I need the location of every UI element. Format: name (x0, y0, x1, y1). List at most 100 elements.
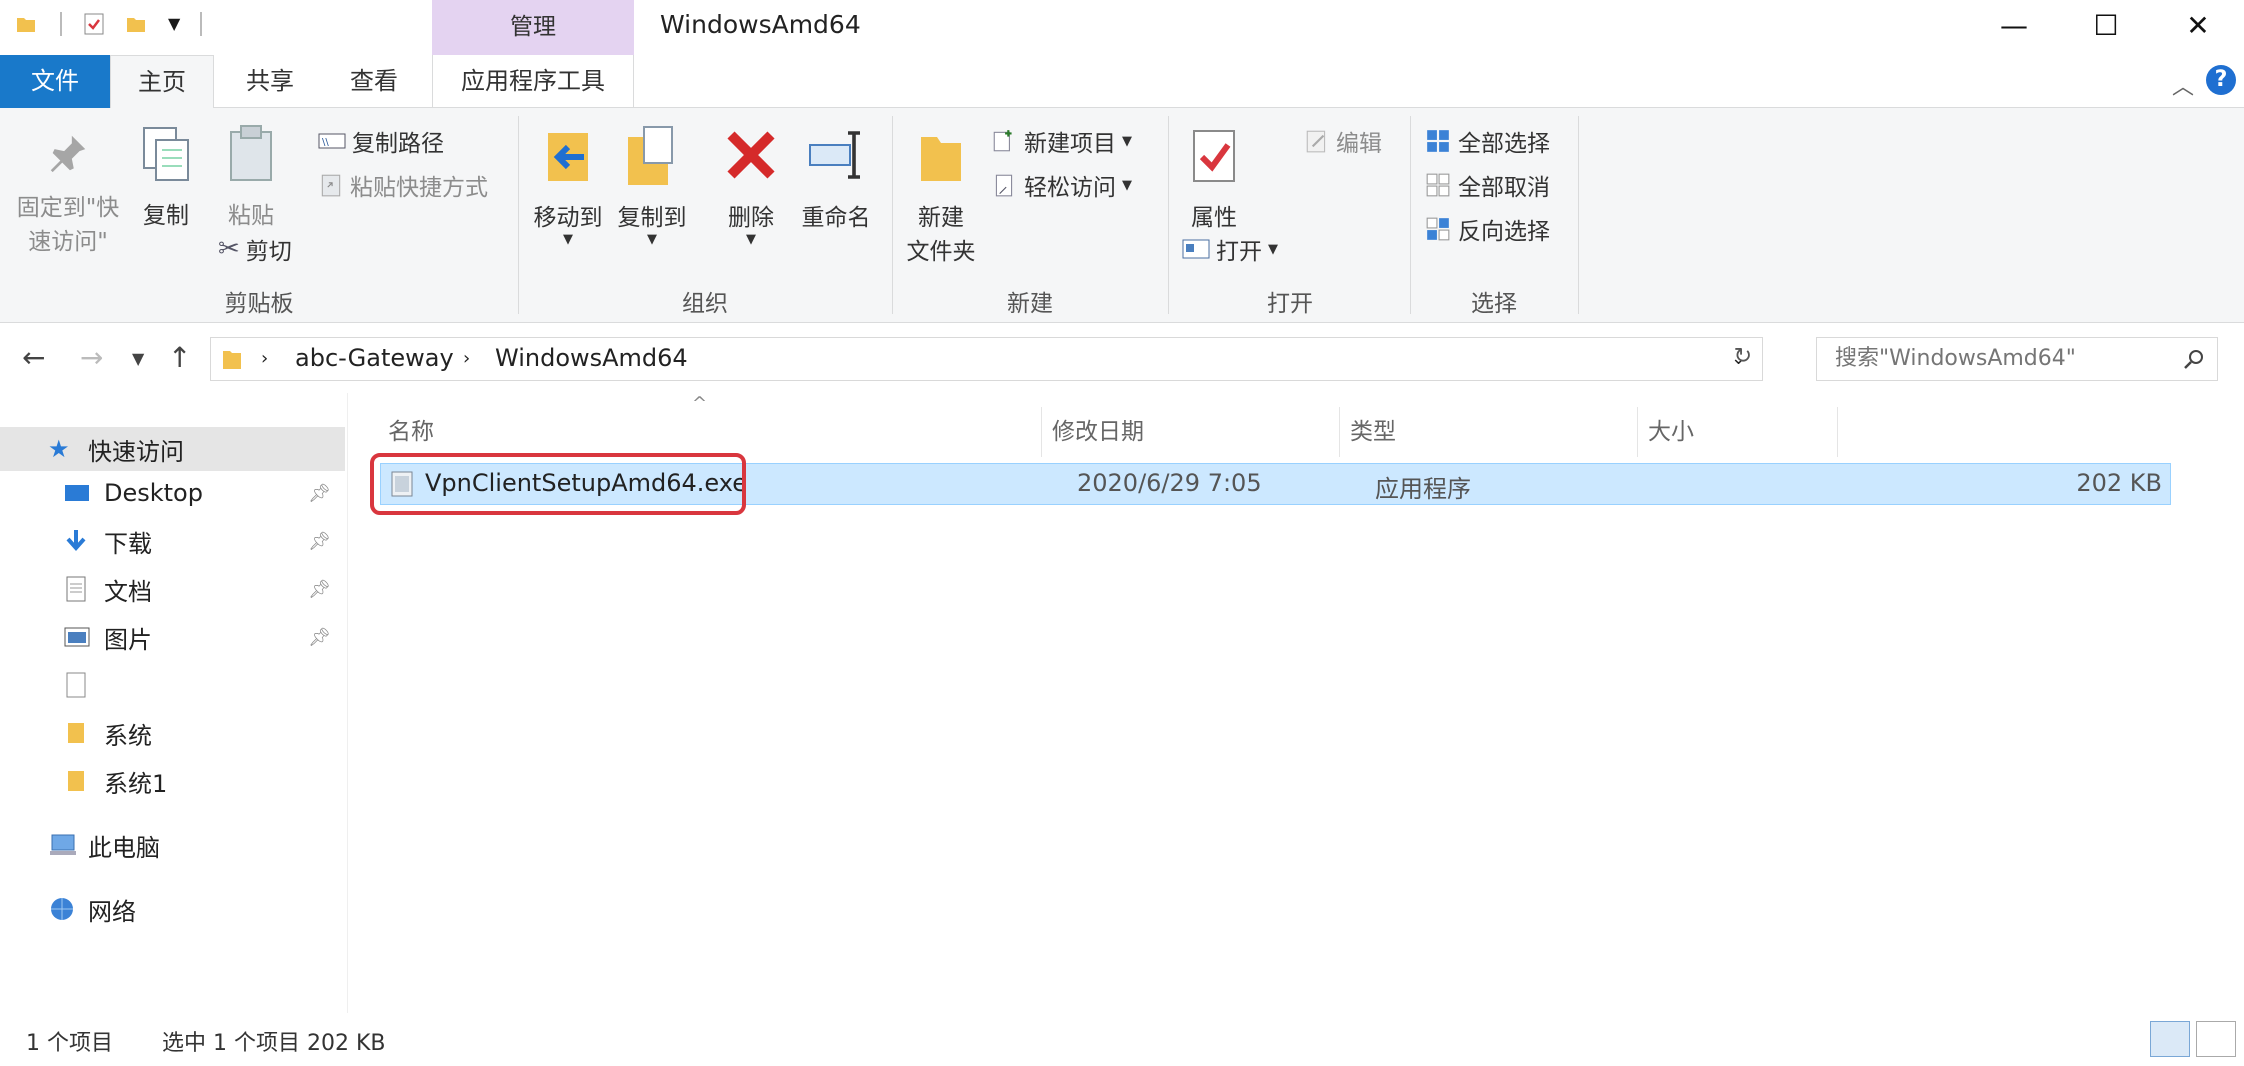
svg-text:\\: \\ (322, 137, 329, 148)
tab-manage[interactable]: 管理 (432, 0, 634, 55)
nav-item-downloads[interactable]: 下载 📌︎ (0, 519, 345, 563)
search-icon[interactable] (2183, 348, 2205, 370)
pin-icon[interactable]: 📌︎ (308, 483, 331, 504)
new-folder-icon[interactable] (124, 12, 148, 36)
properties-button[interactable]: 属性 (1178, 124, 1250, 232)
delete-button[interactable]: 删除 ▼ (716, 124, 786, 247)
network-icon (51, 898, 73, 920)
group-label-new: 新建 (1007, 291, 1053, 317)
tab-home[interactable]: 主页 (110, 55, 214, 109)
properties-icon (1193, 130, 1235, 182)
copy-button[interactable]: 复制 (134, 124, 198, 230)
search-box[interactable] (1816, 337, 2218, 381)
navigation-bar: ← → ▼ ↑ › abc-Gateway › WindowsAmd64 ⌄ ↻ (0, 323, 2244, 393)
folder-icon (68, 723, 84, 743)
breadcrumb-item[interactable]: abc-Gateway (295, 344, 454, 372)
tab-view[interactable]: 查看 (330, 55, 418, 108)
search-input[interactable] (1835, 346, 2165, 371)
move-to-button[interactable]: 移动到 ▼ (526, 124, 610, 247)
folder-icon[interactable] (14, 12, 38, 36)
new-item-button[interactable]: 新建项目 ▼ (990, 124, 1132, 158)
pin-quick-access-button[interactable]: 固定到"快 速访问" (8, 130, 128, 256)
invert-selection-button[interactable]: 反向选择 (1424, 212, 1550, 246)
window-title: WindowsAmd64 (660, 10, 861, 39)
status-bar: 1 个项目 选中 1 个项目 202 KB (0, 1013, 2244, 1066)
group-separator (1578, 116, 1579, 314)
item-count: 1 个项目 (26, 1031, 113, 1056)
new-folder-button[interactable]: 新建 文件夹 (898, 124, 984, 266)
paste-button[interactable]: 粘贴 (216, 124, 286, 230)
chevron-up-icon[interactable]: ︿ (2172, 69, 2194, 101)
up-arrow-icon[interactable]: ↑ (168, 341, 191, 374)
copy-to-button[interactable]: 复制到 ▼ (610, 124, 694, 247)
close-button[interactable]: ✕ (2152, 0, 2244, 50)
pin-icon[interactable]: 📌︎ (308, 531, 331, 552)
column-header-name[interactable]: 名称 (378, 407, 1042, 457)
copy-path-icon: \\ (318, 133, 346, 149)
breadcrumb-separator-icon[interactable]: › (261, 348, 268, 369)
download-icon (66, 530, 86, 552)
nav-item-system[interactable]: 系统 (0, 711, 345, 755)
pin-icon[interactable]: 📌︎ (308, 627, 331, 648)
tab-share[interactable]: 共享 (226, 55, 314, 108)
separator (200, 12, 202, 36)
forward-arrow-icon[interactable]: → (80, 341, 103, 374)
desktop-icon (65, 485, 89, 501)
navigation-pane: ★ 快速访问 Desktop 📌︎ 下载 📌︎ 文档 📌︎ 图片 📌︎ 系统 系… (0, 393, 348, 1013)
highlight-annotation (370, 453, 746, 515)
nav-item-blank[interactable] (0, 663, 345, 707)
nav-quick-access[interactable]: ★ 快速访问 (0, 427, 345, 471)
open-icon (1182, 239, 1210, 259)
column-header-type[interactable]: 类型 (1340, 407, 1638, 457)
select-all-button[interactable]: 全部选择 (1424, 124, 1550, 158)
select-none-button[interactable]: 全部取消 (1424, 168, 1550, 202)
new-folder-icon (921, 137, 961, 181)
new-item-icon (993, 130, 1012, 152)
tab-app-tools[interactable]: 应用程序工具 (432, 55, 634, 108)
details-view-icon[interactable] (2150, 1021, 2190, 1057)
document-icon (66, 576, 86, 602)
tab-file[interactable]: 文件 (0, 55, 110, 108)
pin-icon[interactable]: 📌︎ (308, 579, 331, 600)
properties-icon[interactable] (82, 12, 106, 36)
open-button[interactable]: 打开 ▼ (1182, 232, 1278, 266)
cut-button[interactable]: ✂ 剪切 (218, 232, 292, 266)
column-header-size[interactable]: 大小 (1638, 407, 1838, 457)
nav-item-documents[interactable]: 文档 📌︎ (0, 567, 345, 611)
nav-item-pictures[interactable]: 图片 📌︎ (0, 615, 345, 659)
recent-locations-icon[interactable]: ▼ (132, 349, 144, 368)
blank-file-icon (66, 672, 86, 698)
column-header-modified[interactable]: 修改日期 (1042, 407, 1340, 457)
select-all-icon (1427, 130, 1449, 152)
address-bar[interactable]: › abc-Gateway › WindowsAmd64 ⌄ ↻ (210, 337, 1763, 381)
large-icons-view-icon[interactable] (2196, 1021, 2236, 1057)
refresh-icon[interactable]: ↻ (1734, 344, 1752, 369)
copy-icon (143, 127, 189, 181)
customize-toolbar-icon[interactable]: ▼ (168, 14, 180, 33)
paste-shortcut-button[interactable]: 粘贴快捷方式 (318, 168, 488, 202)
paste-shortcut-icon (321, 174, 341, 197)
rename-button[interactable]: 重命名 (796, 124, 876, 232)
nav-item-desktop[interactable]: Desktop 📌︎ (0, 471, 345, 515)
edit-button[interactable]: 编辑 (1304, 124, 1382, 158)
copy-to-icon (628, 126, 673, 185)
help-icon[interactable]: ? (2206, 65, 2236, 95)
rename-icon (809, 131, 860, 179)
minimize-button[interactable]: — (1968, 0, 2060, 50)
nav-this-pc[interactable]: 此电脑 (0, 823, 345, 867)
easy-access-button[interactable]: 轻松访问 ▼ (990, 168, 1132, 202)
maximize-button[interactable]: ☐ (2060, 0, 2152, 50)
nav-network[interactable]: 网络 (0, 887, 345, 931)
back-arrow-icon[interactable]: ← (22, 341, 45, 374)
breadcrumb-separator-icon[interactable]: › (463, 348, 470, 369)
computer-icon (50, 834, 76, 855)
title-bar: ▼ 管理 WindowsAmd64 — ☐ ✕ (0, 0, 2244, 55)
group-label-organize: 组织 (682, 291, 728, 317)
file-size: 202 KB (2076, 469, 2162, 497)
folder-icon (68, 771, 84, 791)
move-to-icon (548, 133, 588, 181)
copy-path-button[interactable]: \\ 复制路径 (318, 124, 444, 158)
nav-item-system1[interactable]: 系统1 (0, 759, 345, 803)
group-label-clipboard: 剪贴板 (224, 291, 294, 317)
breadcrumb-item[interactable]: WindowsAmd64 (495, 344, 688, 372)
